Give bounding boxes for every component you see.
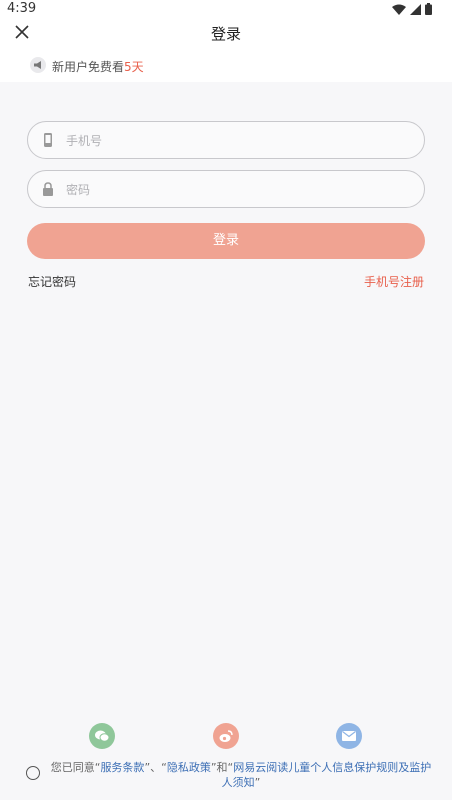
signal-icon (410, 3, 421, 15)
agreement-text: 您已同意“服务条款”、“隐私政策”和“网易云阅读儿童个人信息保护规则及监护人须知… (46, 760, 436, 790)
agreement-sep2: ”和“ (210, 761, 234, 774)
promo-label: 新用户免费看 (52, 60, 125, 74)
status-bar: 4:39 (0, 0, 452, 20)
header: 登录 (0, 20, 452, 48)
email-icon (342, 731, 356, 741)
phone-field[interactable] (27, 121, 425, 159)
megaphone-icon (30, 57, 46, 73)
password-field[interactable] (27, 170, 425, 208)
phone-input[interactable] (64, 130, 408, 152)
status-time: 4:39 (7, 1, 37, 16)
wechat-login-button[interactable] (89, 723, 115, 749)
lock-icon (43, 182, 53, 196)
promo-notice: 新用户免费看5天 (0, 48, 452, 82)
phone-icon (44, 133, 52, 147)
children-policy-link[interactable]: 网易云阅读儿童个人信息保护规则及监护人须知 (222, 761, 432, 789)
wifi-icon (392, 4, 406, 15)
status-icons (392, 3, 432, 15)
promo-text: 新用户免费看5天 (52, 58, 144, 75)
password-input[interactable] (64, 179, 408, 201)
phone-register-link[interactable]: 手机号注册 (364, 273, 424, 290)
weibo-login-button[interactable] (213, 723, 239, 749)
agreement-prefix: 您已同意“ (50, 761, 101, 774)
forgot-password-link[interactable]: 忘记密码 (28, 273, 76, 290)
promo-days: 5天 (124, 60, 144, 74)
privacy-link[interactable]: 隐私政策 (167, 761, 211, 774)
weibo-icon (219, 730, 233, 742)
agreement-checkbox[interactable] (26, 766, 40, 780)
terms-link[interactable]: 服务条款 (100, 761, 144, 774)
battery-icon (425, 3, 432, 15)
page-title: 登录 (210, 25, 241, 43)
agreement-sep1: ”、“ (144, 761, 167, 774)
login-button[interactable]: 登录 (27, 223, 425, 259)
wechat-icon (95, 730, 110, 742)
email-login-button[interactable] (336, 723, 362, 749)
agreement-suffix: ” (254, 776, 261, 789)
